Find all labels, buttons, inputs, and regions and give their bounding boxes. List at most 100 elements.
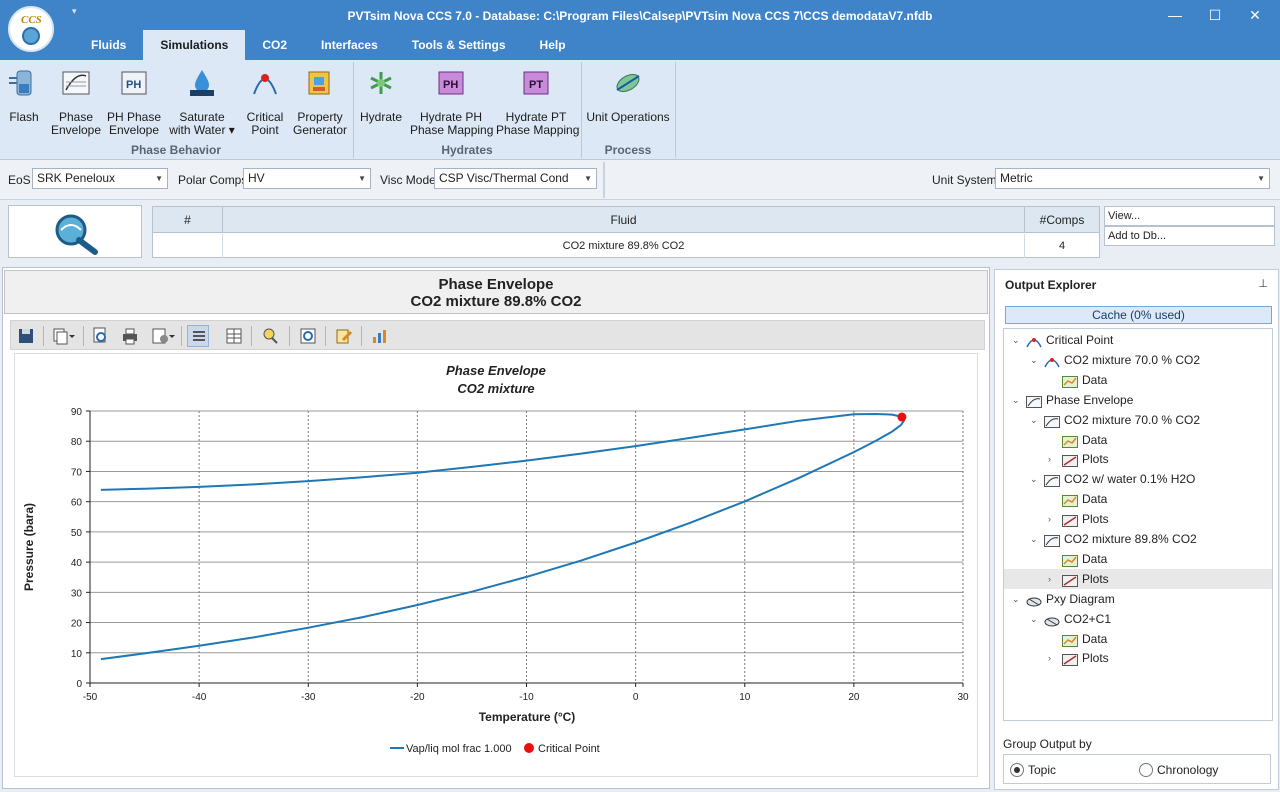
- expand-toggle-icon[interactable]: ⌄: [1030, 350, 1038, 370]
- tree-node[interactable]: › Plots: [1004, 648, 1272, 668]
- x-tick-label: -20: [410, 692, 425, 703]
- pin-icon[interactable]: ⊥: [1258, 277, 1268, 290]
- fluid-number-cell[interactable]: [153, 234, 223, 258]
- tree-node[interactable]: Data: [1004, 489, 1272, 509]
- fluid-comps-cell[interactable]: 4: [1025, 234, 1099, 258]
- chart-type-icon[interactable]: [369, 325, 391, 347]
- expand-toggle-icon[interactable]: ⌄: [1030, 529, 1038, 549]
- ph-phase-envelope-button[interactable]: PH PH Phase Envelope: [106, 66, 162, 137]
- separator: [325, 326, 326, 346]
- unit-system-dropdown[interactable]: Metric ▼: [995, 168, 1270, 189]
- expand-toggle-icon[interactable]: ⌄: [1012, 390, 1020, 410]
- edit-icon[interactable]: [333, 325, 355, 347]
- flash-icon: [9, 68, 39, 98]
- data-icon: [1062, 553, 1078, 567]
- fluid-name-cell[interactable]: CO2 mixture 89.8% CO2: [223, 234, 1025, 258]
- x-tick-label: -50: [83, 692, 98, 703]
- y-tick-label: 50: [71, 528, 83, 539]
- y-tick-label: 80: [71, 437, 83, 448]
- tree-node-label: Critical Point: [1046, 333, 1114, 347]
- svg-text:PH: PH: [443, 79, 458, 91]
- visc-model-dropdown[interactable]: CSP Visc/Thermal Cond ▼: [434, 168, 597, 189]
- tree-node[interactable]: ⌄ CO2 mixture 89.8% CO2: [1004, 529, 1272, 549]
- output-tree: ⌄ Critical Point ⌄ CO2 mixture 70.0 % CO2 Da…: [1003, 328, 1273, 721]
- chart-area[interactable]: Phase Envelope CO2 mixture 0 10 20 30 40 50 60…: [14, 353, 978, 777]
- expand-toggle-icon[interactable]: ⌄: [1030, 410, 1038, 430]
- tree-node[interactable]: ⌄ CO2 mixture 70.0 % CO2: [1004, 350, 1272, 370]
- expand-toggle-icon[interactable]: ›: [1048, 509, 1051, 529]
- tab-tools-settings[interactable]: Tools & Settings: [395, 30, 523, 60]
- maximize-button[interactable]: ☐: [1198, 4, 1232, 26]
- unit-operations-label: Unit Operations: [586, 110, 670, 124]
- expand-toggle-icon[interactable]: ›: [1048, 449, 1051, 469]
- tree-node[interactable]: ⌄ Critical Point: [1004, 330, 1272, 350]
- tab-simulations[interactable]: Simulations: [143, 30, 246, 60]
- expand-toggle-icon[interactable]: ⌄: [1012, 330, 1020, 350]
- plots-icon: [1062, 573, 1078, 587]
- tab-help[interactable]: Help: [523, 30, 583, 60]
- ph-phase-envelope-label: PH Phase Envelope: [106, 110, 162, 137]
- close-button[interactable]: ✕: [1238, 4, 1272, 26]
- hydrate-pt-button[interactable]: PT Hydrate PT Phase Mapping: [496, 66, 579, 137]
- minimize-button[interactable]: —: [1158, 4, 1192, 26]
- unit-operations-button[interactable]: Unit Operations: [586, 66, 670, 124]
- plot-header-fluid: CO2 mixture 89.8% CO2: [410, 293, 582, 310]
- expand-toggle-icon[interactable]: ⌄: [1012, 589, 1020, 609]
- property-generator-button[interactable]: Property Generator: [292, 66, 348, 137]
- expand-toggle-icon[interactable]: ›: [1048, 648, 1051, 668]
- legend-critical-swatch: [524, 743, 534, 753]
- tree-node[interactable]: Data: [1004, 430, 1272, 450]
- hydrate-button[interactable]: Hydrate: [358, 66, 404, 124]
- eos-dropdown[interactable]: SRK Peneloux ▼: [32, 168, 168, 189]
- phase-envelope-chart[interactable]: Phase Envelope CO2 mixture 0 10 20 30 40 50 60…: [15, 354, 977, 776]
- tree-node[interactable]: Data: [1004, 549, 1272, 569]
- chevron-down-icon[interactable]: [167, 325, 177, 347]
- tree-node[interactable]: Data: [1004, 629, 1272, 649]
- group-output-label: Group Output by: [1003, 737, 1092, 751]
- expand-toggle-icon[interactable]: ›: [1048, 569, 1051, 589]
- phase-envelope-icon: [1044, 533, 1060, 547]
- tree-node[interactable]: ⌄ CO2 w/ water 0.1% H2O: [1004, 469, 1272, 489]
- cache-indicator[interactable]: Cache (0% used): [1005, 306, 1272, 324]
- topic-radio[interactable]: [1010, 763, 1024, 777]
- chevron-down-icon[interactable]: [67, 325, 77, 347]
- tree-node[interactable]: ⌄ CO2 mixture 70.0 % CO2: [1004, 410, 1272, 430]
- view-button[interactable]: View...: [1104, 206, 1275, 226]
- tree-node[interactable]: › Plots: [1004, 509, 1272, 529]
- phase-envelope-button[interactable]: Phase Envelope: [50, 66, 102, 137]
- tree-node[interactable]: ⌄ CO2+C1: [1004, 609, 1272, 629]
- tab-co2[interactable]: CO2: [245, 30, 304, 60]
- hydrate-ph-button[interactable]: PH Hydrate PH Phase Mapping: [410, 66, 493, 137]
- x-tick-label: -30: [301, 692, 316, 703]
- tree-node[interactable]: Data: [1004, 370, 1272, 390]
- saturate-water-button[interactable]: Saturate with Water ▾: [166, 66, 238, 137]
- legend-toggle-icon[interactable]: [187, 325, 209, 347]
- polar-comps-dropdown[interactable]: HV ▼: [243, 168, 371, 189]
- chronology-radio[interactable]: [1139, 763, 1153, 777]
- tree-node[interactable]: ⌄ Pxy Diagram: [1004, 589, 1272, 609]
- topic-label: Topic: [1028, 763, 1057, 777]
- tab-interfaces[interactable]: Interfaces: [304, 30, 395, 60]
- expand-toggle-icon[interactable]: ⌄: [1030, 609, 1038, 629]
- zoom-icon[interactable]: [259, 325, 281, 347]
- tree-node[interactable]: › Plots: [1004, 449, 1272, 469]
- tree-node-label: Plots: [1082, 512, 1109, 527]
- x-tick-label: 10: [739, 692, 751, 703]
- expand-toggle-icon[interactable]: ⌄: [1030, 469, 1038, 489]
- data-table-icon[interactable]: [223, 325, 245, 347]
- saturate-water-label: Saturate with Water ▾: [169, 110, 235, 137]
- critical-point-button[interactable]: Critical Point: [242, 66, 288, 137]
- plots-icon: [1062, 513, 1078, 528]
- group-hydrates: Hydrates: [441, 143, 493, 157]
- save-icon[interactable]: [15, 325, 37, 347]
- tree-node[interactable]: ⌄ Phase Envelope: [1004, 390, 1272, 410]
- print-icon[interactable]: [119, 325, 141, 347]
- tree-node[interactable]: › Plots: [1004, 568, 1272, 589]
- y-tick-label: 0: [76, 679, 82, 690]
- add-to-db-button[interactable]: Add to Db...: [1104, 226, 1275, 246]
- flash-button[interactable]: Flash: [2, 66, 46, 124]
- print-preview-icon[interactable]: [89, 325, 111, 347]
- tab-fluids[interactable]: Fluids: [74, 30, 143, 60]
- pxy-diagram-icon: [1044, 613, 1060, 627]
- zoom-fit-icon[interactable]: [297, 325, 319, 347]
